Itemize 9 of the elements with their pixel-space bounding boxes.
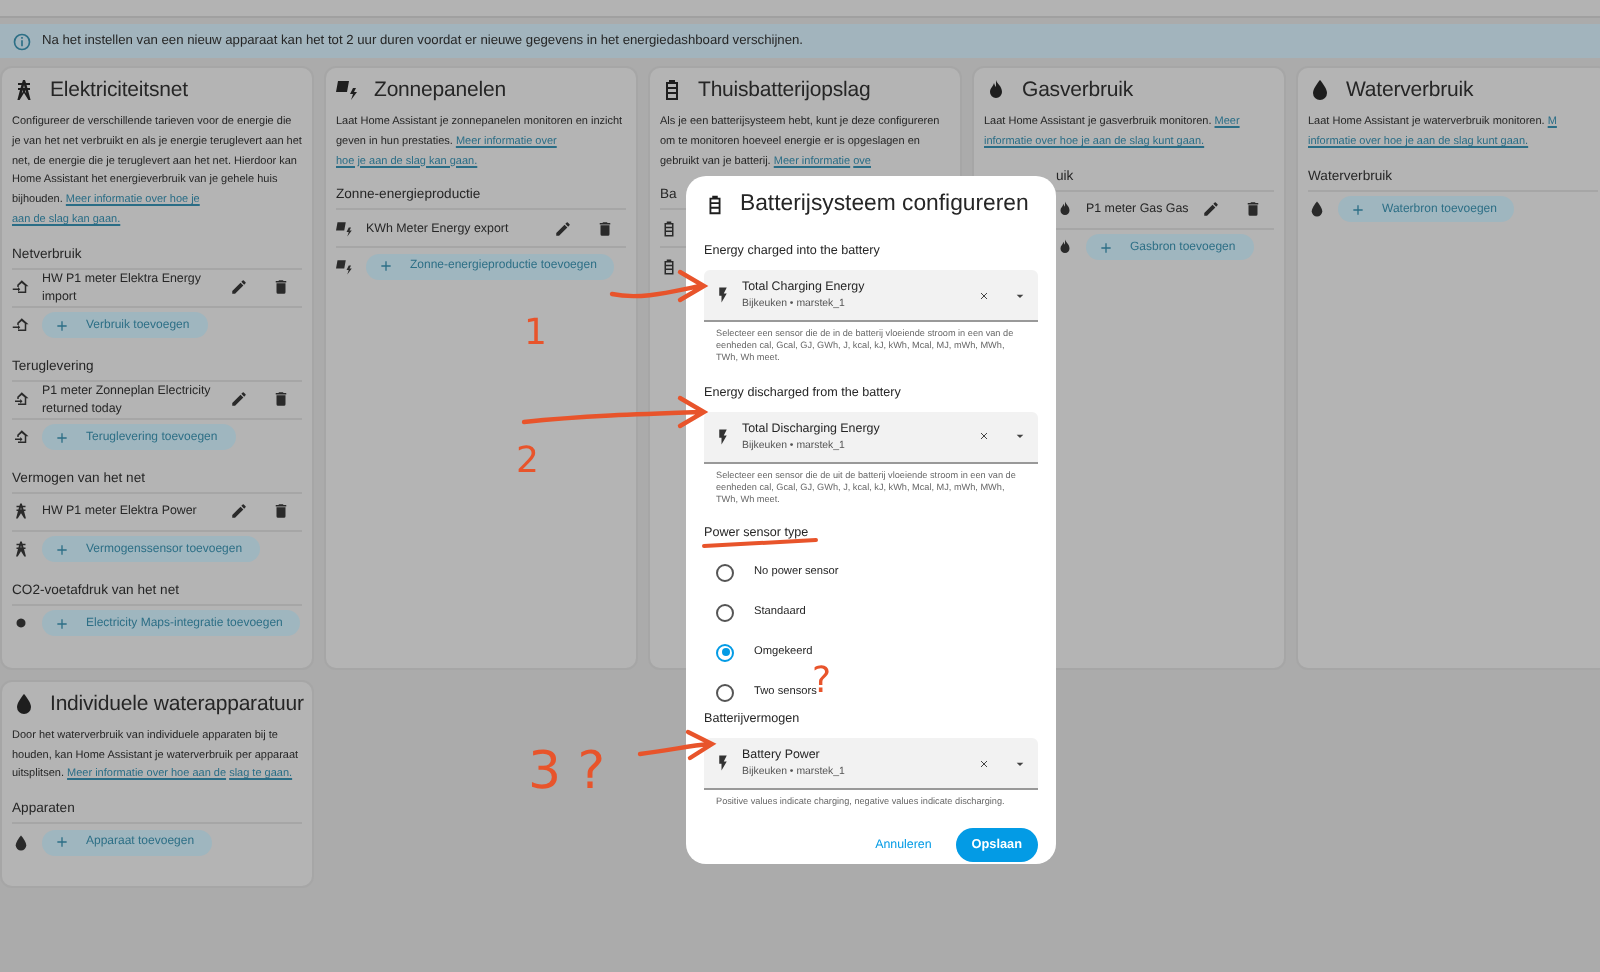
- annotation-label: 2: [516, 440, 539, 482]
- annotation-label: 1: [524, 312, 547, 354]
- card-title: Elektriciteitsnet: [50, 78, 188, 102]
- card-title: Waterverbruik: [1346, 78, 1474, 102]
- annotation-label: 3 ?: [528, 742, 606, 802]
- card-title: Zonnepanelen: [374, 78, 506, 102]
- card-title: Gasverbruik: [1022, 78, 1134, 102]
- card-title: Individuele waterapparatuur: [50, 691, 304, 716]
- card-title: Thuisbatterijopslag: [698, 78, 871, 102]
